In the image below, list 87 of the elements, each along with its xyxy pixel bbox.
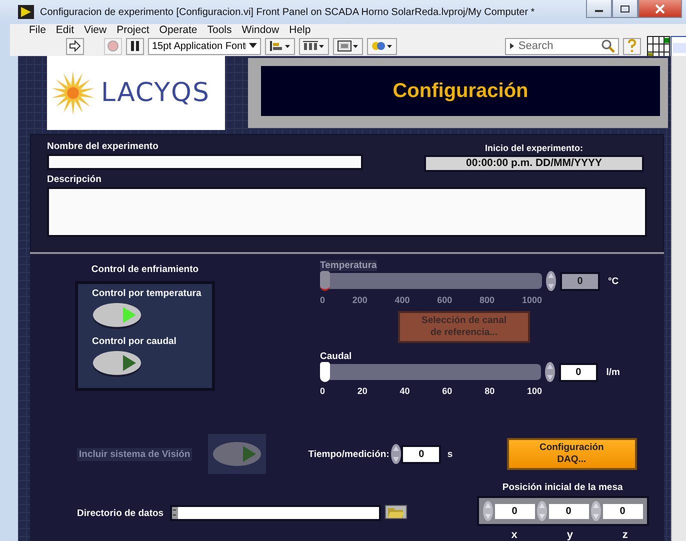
arrow-icon [69,40,81,52]
numeric-field[interactable]: 0 [558,362,598,382]
path-icon [172,507,178,519]
axis-label: z [622,529,628,541]
scale-tick-label: 60 [442,386,452,396]
unit-label: s [447,448,453,460]
pause-icon [129,40,141,52]
unit-label: °C [608,276,619,286]
slider-label: Temperatura [320,260,377,271]
spinner-arrows[interactable] [544,362,554,382]
window-title: Configuracion de experimento [Configuracion.vi] Front Panel on SCADA Horno SolarReda.lvproj/My Computer * [40,6,535,18]
scale-tick-label: 1000 [522,295,542,305]
option-label: Control por caudal [92,336,178,347]
panel-title: Configuración [392,80,528,102]
menu-item[interactable]: Window [236,24,284,36]
resize-tool-button[interactable] [333,38,364,54]
group-title: Control de enfriamiento [91,264,199,275]
spinner-arrows[interactable] [391,444,402,464]
search-box[interactable]: Search [505,38,620,54]
minimize-button[interactable] [586,0,612,18]
close-icon [655,4,665,14]
menu-item[interactable]: Project [112,24,154,36]
toggle-switch[interactable] [92,350,142,378]
toggle-switch[interactable] [92,302,142,330]
question-icon [626,39,638,53]
option-label: Control por temperatura [92,288,202,299]
maximize-button[interactable] [612,0,638,18]
align-tool-button[interactable] [265,38,296,54]
field-label: Descripción [47,174,102,185]
font-dropdown[interactable]: 15pt Application Font [148,38,262,54]
field-label: Inicio del experimento: [484,143,584,153]
run-button[interactable] [66,38,84,54]
logo: LACYQS [47,56,225,130]
menu-item[interactable]: File [24,24,51,36]
scale-tick-label: 400 [394,295,410,305]
name-field[interactable] [47,154,363,170]
stop-icon [107,40,119,52]
align-icon [269,40,292,52]
date-time-display: 00:00:00 p.m. DD/MM/YYYY [424,155,644,172]
option-label: Incluir sistema de Visión [77,448,192,460]
field-label: Nombre del experimento [47,141,160,152]
reorder-tool-button[interactable] [367,38,398,54]
menu-item[interactable]: Edit [50,24,80,36]
menu-item[interactable]: Operate [154,24,202,36]
vertical-scrollbar[interactable] [671,56,686,541]
description-field[interactable] [47,187,647,237]
group-title: Posición inicial de la mesa [502,482,623,493]
axis-label: y [566,529,573,541]
scale-tick-label: 20 [357,386,368,396]
unit-label: l/m [606,366,620,378]
scale-tick-label: 800 [480,295,495,305]
slider-thumb[interactable] [320,362,330,382]
numeric-field[interactable]: 0 [602,504,643,518]
scale-tick-label: 200 [352,295,368,305]
spinner-arrows[interactable] [546,271,556,291]
scale-tick-label: 0 [320,295,326,305]
numeric-field[interactable]: 0 [548,504,589,518]
pause-button[interactable] [126,38,144,54]
slider-track[interactable] [320,364,540,380]
maximize-icon [620,4,630,12]
slider-track[interactable] [320,273,542,289]
folder-icon [388,506,404,518]
resize-icon [337,40,360,52]
scale-tick-label: 0 [320,386,326,396]
menu-item[interactable]: Help [284,24,316,36]
daq-config-button[interactable]: Configuración DAQ... [506,438,637,470]
numeric-field[interactable]: 0 [401,444,442,464]
browse-button[interactable] [384,505,407,519]
scale-tick-label: 40 [400,386,410,396]
field-label: Tiempo/medición: [308,448,390,460]
circles-icon [371,40,394,52]
path-field[interactable] [170,505,381,521]
close-button[interactable] [638,0,682,18]
slider-label: Caudal [320,351,352,362]
search-icon [601,39,616,53]
scale-tick-label: 600 [437,295,452,305]
scale-tick-label: 100 [526,386,542,396]
play-icon [18,5,34,19]
distribute-icon [303,40,326,52]
menu-item[interactable]: Tools [202,24,237,36]
menu-item[interactable]: View [79,24,112,36]
field-label: Directorio de datos [77,508,164,519]
triangle-icon [509,42,516,50]
numeric-field[interactable]: 0 [494,504,535,518]
scale-tick-label: 80 [484,386,495,396]
axis-label: x [511,529,518,541]
distribute-tool-button[interactable] [299,38,330,54]
